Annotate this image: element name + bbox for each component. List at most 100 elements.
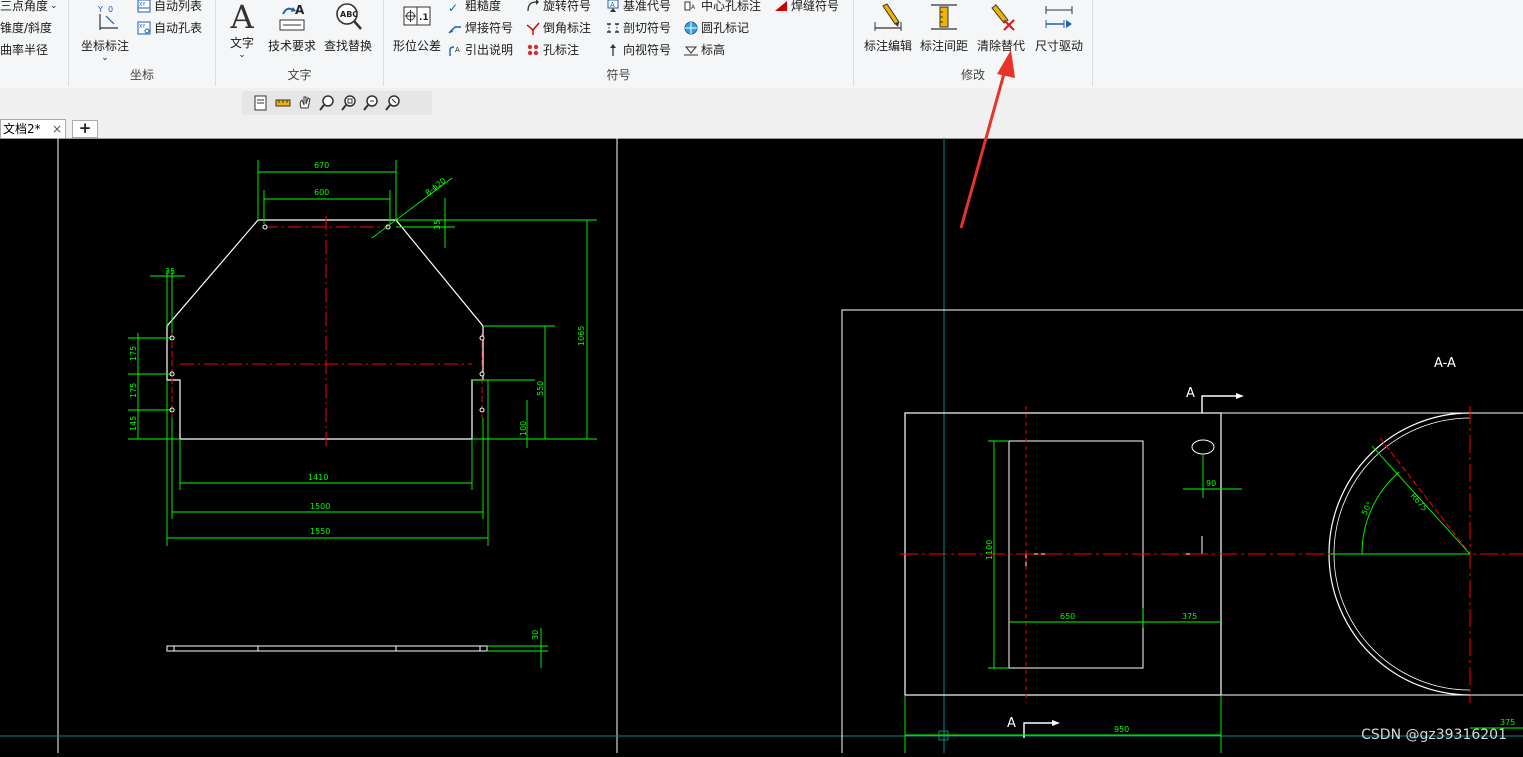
welding-symbol-button[interactable]: 焊接符号 (448, 19, 513, 37)
view-direction-icon (610, 44, 616, 56)
circle-hole-mark-button[interactable]: 圆孔标记 (684, 19, 749, 37)
dim-1410: 1410 (308, 473, 328, 482)
leader-note-icon: A (449, 46, 460, 56)
curvature-radius-button[interactable]: 曲率半径 (0, 41, 48, 59)
datum-symbol-button[interactable]: A 基准代号 (606, 0, 671, 15)
auto-hole-table-icon: XY (137, 21, 151, 35)
welding-symbol-icon (448, 26, 461, 34)
section-arrow-label-top: A (1186, 386, 1195, 401)
ruler-icon[interactable] (274, 94, 292, 112)
chamfer-dimension-button[interactable]: 倒角标注 (526, 19, 591, 37)
dim-650: 650 (1060, 612, 1075, 621)
technical-requirements-button[interactable]: A 技术要求 (264, 2, 320, 54)
watermark: CSDN @gz39316201 (1361, 727, 1507, 743)
zoom-previous-icon[interactable] (384, 94, 402, 112)
dimension-drive-button[interactable]: 尺寸驱动 (1030, 2, 1088, 54)
taper-slope-button[interactable]: 锥度/斜度 (0, 19, 52, 37)
ribbon-group-angle: 三点角度 ⌄ 锥度/斜度 曲率半径 (0, 0, 69, 86)
svg-text:XY: XY (139, 2, 146, 8)
elevation-icon (684, 46, 698, 56)
pan-icon[interactable] (296, 94, 314, 112)
weld-seam-icon (775, 1, 787, 11)
new-tab-button[interactable]: + (72, 120, 98, 138)
svg-text:Y: Y (97, 5, 103, 14)
dimension-spacing-button[interactable]: 标注间距 (916, 2, 972, 54)
dim-right-35: 35 (433, 220, 442, 230)
svg-text:A: A (295, 3, 305, 17)
section-arrow-label-bottom: A (1007, 716, 1016, 731)
dim-1065: 1065 (577, 326, 586, 346)
auto-list-icon: XY (137, 0, 151, 13)
chamfer-dimension-icon (526, 22, 540, 35)
ribbon-group-coordinate: Y 0 坐标标注 ⌄ XY 自动列表 XY 自动孔表 坐标 (69, 0, 216, 86)
text-icon: A (230, 0, 254, 36)
dimension-drive-icon (1045, 6, 1073, 28)
hole-dimension-button[interactable]: 孔标注 (526, 41, 579, 59)
weld-seam-symbol-button[interactable]: 焊缝符号 (774, 0, 839, 15)
zoom-window-icon[interactable] (340, 94, 358, 112)
drawing-canvas[interactable]: 670 600 8-ϕ20 35 1065 550 100 35 175 175… (0, 138, 1523, 757)
clear-override-button[interactable]: 清除替代 (972, 2, 1030, 54)
dropdown-arrow-icon: ⌄ (238, 50, 246, 60)
section-symbol-icon (607, 23, 619, 33)
coordinate-dimension-icon: Y 0 (97, 5, 118, 30)
find-replace-icon: ABC (336, 3, 362, 30)
dim-670: 670 (314, 161, 329, 170)
elevation-button[interactable]: 标高 (684, 41, 725, 59)
dim-175b: 175 (129, 383, 138, 398)
dim-90: 90 (1206, 479, 1216, 488)
section-title: A-A (1434, 356, 1456, 371)
ribbon-group-symbol: .1 形位公差 ✓ 粗糙度 焊接符号 A 引出说明 旋转符号 倒角标注 孔标注 (384, 0, 854, 86)
section-symbol-button[interactable]: 剖切符号 (606, 19, 671, 37)
zoom-icon[interactable] (318, 94, 336, 112)
dim-1100: 1100 (985, 540, 994, 560)
center-hole-dimension-button[interactable]: A 中心孔标注 (684, 0, 761, 15)
ribbon-group-modify: 标注编辑 标注间距 清除替代 尺寸驱动 修改 (854, 0, 1093, 86)
auto-list-button[interactable]: XY 自动列表 (137, 0, 202, 15)
dim-375: 375 (1182, 612, 1197, 621)
dim-600: 600 (314, 188, 329, 197)
dimension-spacing-icon (931, 4, 957, 30)
dim-1500: 1500 (310, 502, 330, 511)
drawing-view-2[interactable]: 30 (166, 628, 548, 668)
roughness-icon: ✓ (448, 1, 459, 15)
leader-note-button[interactable]: A 引出说明 (448, 41, 513, 59)
svg-text:ABC: ABC (340, 10, 358, 19)
ribbon: 三点角度⌄ 锥度/斜度 曲率半径 Y 0 坐标标注 ⌄ XY 自动列表 XY (0, 0, 1523, 89)
drawing-view-1[interactable]: 670 600 8-ϕ20 35 1065 550 100 35 175 175… (128, 160, 597, 546)
clear-override-icon (991, 4, 1015, 31)
close-icon[interactable]: × (52, 120, 62, 138)
rotation-symbol-icon (527, 0, 539, 12)
svg-text:A: A (455, 46, 460, 54)
view-direction-symbol-button[interactable]: 向视符号 (606, 41, 671, 59)
svg-text:A: A (691, 4, 696, 11)
circle-hole-mark-icon (684, 21, 698, 35)
geometric-tolerance-button[interactable]: .1 形位公差 (388, 2, 446, 54)
three-point-angle-button[interactable]: 三点角度 ⌄ (0, 0, 58, 15)
dropdown-arrow-icon: ⌄ (50, 1, 58, 11)
svg-text:A: A (610, 1, 615, 9)
ribbon-group-text: A 文字 ⌄ A 技术要求 ABC 查找替换 文字 (216, 0, 384, 86)
ribbon-group-label: 符号 (606, 68, 631, 82)
zoom-extents-icon[interactable] (362, 94, 380, 112)
tab-document[interactable]: 文档2* × (0, 119, 66, 138)
coordinate-dimension-button[interactable]: Y 0 坐标标注 ⌄ (75, 2, 135, 63)
rotation-symbol-button[interactable]: 旋转符号 (526, 0, 591, 15)
ribbon-group-label: 坐标 (129, 68, 154, 82)
find-replace-button[interactable]: ABC 查找替换 (320, 2, 376, 54)
technical-requirements-icon: A (279, 3, 305, 31)
auto-hole-table-button[interactable]: XY 自动孔表 (137, 19, 202, 37)
text-button[interactable]: A 文字 ⌄ (222, 0, 262, 60)
hole-dimension-icon (527, 44, 539, 56)
dim-r675: R675 (1409, 491, 1430, 513)
dimension-edit-button[interactable]: 标注编辑 (860, 2, 916, 54)
layer-icon[interactable] (252, 94, 270, 112)
roughness-button[interactable]: ✓ 粗糙度 (448, 0, 501, 15)
quick-access-toolbar (242, 91, 432, 115)
dim-left-35: 35 (165, 267, 175, 276)
ribbon-group-label: 修改 (960, 68, 985, 82)
frame-lines (0, 138, 1523, 753)
document-tab-bar: 文档2* × + (0, 118, 1523, 139)
center-hole-icon: A (684, 1, 696, 11)
dimension-edit-icon (874, 3, 902, 31)
